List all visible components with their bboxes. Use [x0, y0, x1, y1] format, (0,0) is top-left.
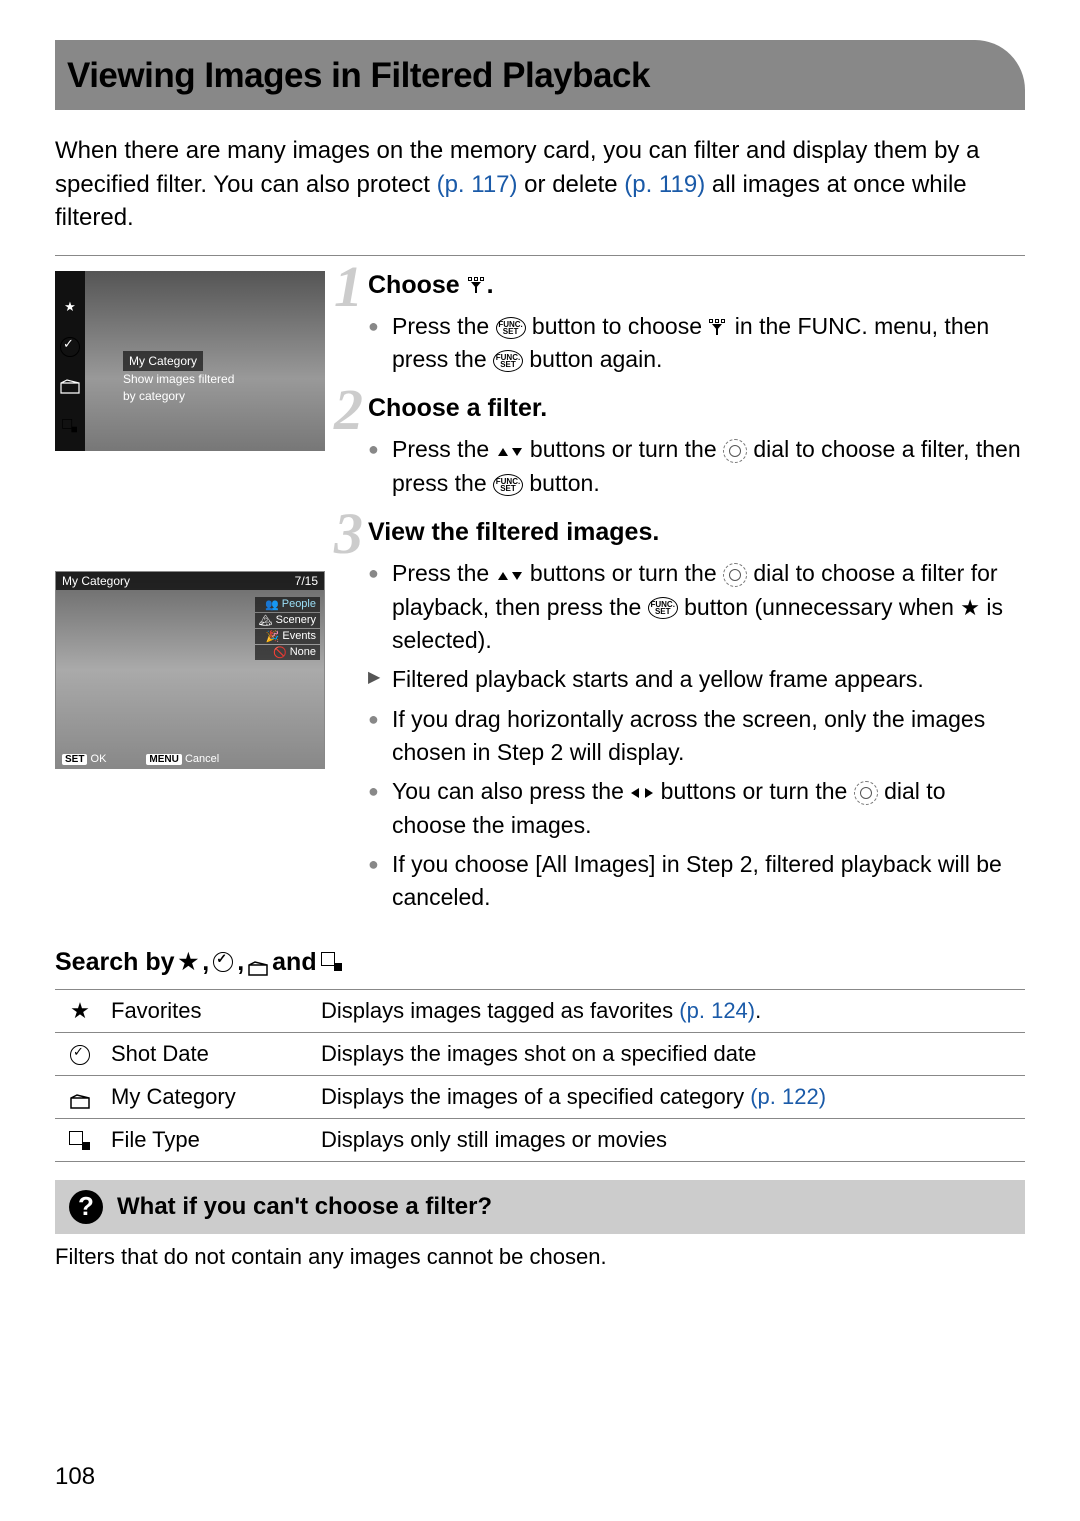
screenshot-category-filter: My Category 7/15 👥People 🏔Scenery 🎉Event… — [55, 571, 325, 769]
link-p124[interactable]: (p. 124) — [679, 998, 755, 1023]
tip-body: Filters that do not contain any images c… — [55, 1244, 1025, 1270]
divider — [55, 255, 1025, 256]
filetype-icon — [69, 1131, 91, 1151]
star-icon: ★ — [64, 299, 76, 315]
page-title: Viewing Images in Filtered Playback — [67, 56, 995, 96]
func-set-button-icon: FUNC.SET — [493, 474, 523, 496]
link-p117[interactable]: (p. 117) — [437, 171, 518, 198]
link-p119[interactable]: (p. 119) — [624, 171, 705, 198]
tip-box: ? What if you can't choose a filter? — [55, 1180, 1025, 1234]
table-row: My Category Displays the images of a spe… — [55, 1075, 1025, 1118]
up-down-icon — [496, 568, 524, 582]
func-set-button-icon: FUNC.SET — [496, 317, 526, 339]
step-2-title: Choose a filter. — [340, 394, 1025, 423]
intro-text: When there are many images on the memory… — [55, 134, 1025, 235]
star-icon: ★ — [70, 998, 90, 1023]
question-icon: ? — [69, 1190, 103, 1224]
step-1-title: Choose . — [340, 271, 1025, 300]
left-right-icon — [630, 786, 654, 800]
step-3: 3 View the filtered images. Press the bu… — [340, 518, 1025, 914]
page-title-bar: Viewing Images in Filtered Playback — [55, 40, 1025, 110]
step-1-bullet: Press the FUNC.SET button to choose in t… — [368, 310, 1025, 377]
people-icon: 👥 — [265, 598, 279, 611]
tip-title: What if you can't choose a filter? — [117, 1193, 492, 1221]
filter-table: ★ Favorites Displays images tagged as fa… — [55, 989, 1025, 1162]
menu-selected-label: My Category — [123, 351, 203, 371]
star-icon: ★ — [960, 595, 980, 620]
control-dial-icon — [854, 781, 878, 805]
up-down-icon — [496, 444, 524, 458]
events-icon: 🎉 — [266, 630, 280, 643]
step-3-bullet-4: You can also press the buttons or turn t… — [368, 775, 1025, 842]
step-3-bullet-3: If you drag horizontally across the scre… — [368, 703, 1025, 770]
step-2-bullet: Press the buttons or turn the dial to ch… — [368, 433, 1025, 500]
control-dial-icon — [723, 563, 747, 587]
step-3-title: View the filtered images. — [340, 518, 1025, 547]
func-set-button-icon: FUNC.SET — [493, 350, 523, 372]
shot-date-icon — [70, 1045, 90, 1065]
filetype-icon — [321, 952, 343, 972]
search-by-heading: Search by ★ , , and — [55, 948, 1025, 977]
clock-icon — [60, 337, 80, 357]
link-p122[interactable]: (p. 122) — [750, 1084, 826, 1109]
screenshot-choose-menu: ★ My Category Show images filtered by ca… — [55, 271, 325, 451]
step-3-result: Filtered playback starts and a yellow fr… — [368, 663, 1025, 696]
table-row: File Type Displays only still images or … — [55, 1118, 1025, 1161]
filetype-icon — [62, 419, 77, 433]
star-icon: ★ — [179, 949, 199, 975]
step-2: 2 Choose a filter. Press the buttons or … — [340, 394, 1025, 500]
table-row: Shot Date Displays the images shot on a … — [55, 1032, 1025, 1075]
table-row: ★ Favorites Displays images tagged as fa… — [55, 989, 1025, 1032]
scenery-icon: 🏔 — [259, 614, 273, 627]
filter-icon — [708, 319, 728, 337]
filter-icon — [467, 277, 487, 295]
step-3-bullet-1: Press the buttons or turn the dial to ch… — [368, 557, 1025, 657]
category-icon — [60, 379, 80, 394]
shot-date-icon — [213, 952, 233, 972]
func-set-button-icon: FUNC.SET — [648, 597, 678, 619]
step-3-bullet-5: If you choose [All Images] in Step 2, fi… — [368, 848, 1025, 915]
category-icon — [70, 1090, 90, 1105]
category-icon — [248, 955, 268, 970]
step-1: 1 Choose . Press the FUNC.SET button to … — [340, 271, 1025, 377]
page-number: 108 — [55, 1463, 95, 1491]
control-dial-icon — [723, 439, 747, 463]
none-icon: 🚫 — [273, 646, 287, 659]
